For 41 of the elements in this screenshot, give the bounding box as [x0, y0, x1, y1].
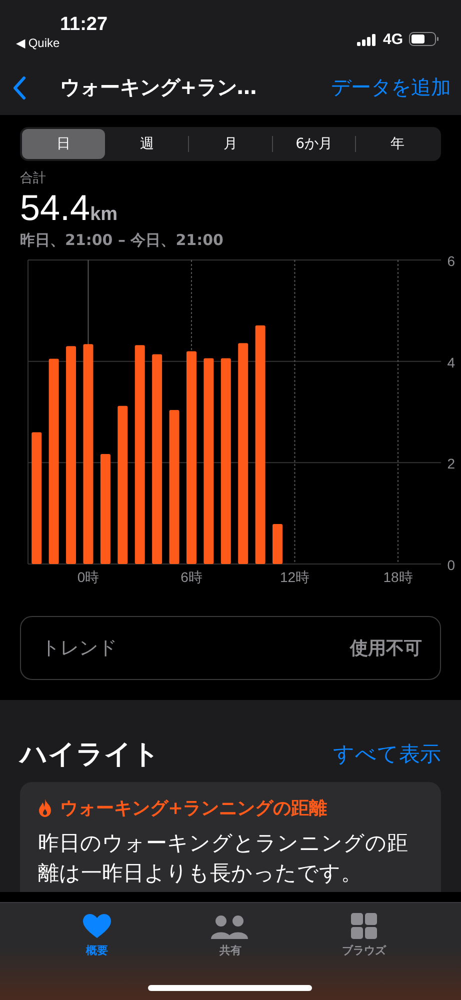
date-range: 昨日、21:00 – 今日、21:00 [20, 231, 224, 250]
battery-icon [409, 32, 439, 46]
people-icon [211, 915, 250, 939]
card-title: ウォーキング+ランニングの距離 [60, 797, 328, 820]
back-icon[interactable] [12, 76, 26, 100]
bar [272, 524, 283, 564]
axis-label: 0時 [77, 569, 100, 585]
unit-label: km [90, 204, 118, 225]
segment-tab[interactable]: 週 [106, 129, 188, 159]
axis-label: 2 [447, 456, 455, 472]
tab-bar-item[interactable]: 共有 [190, 911, 270, 967]
segment-tab[interactable]: 年 [356, 129, 439, 159]
axis-label: 18時 [383, 569, 413, 585]
axis-label: 0 [447, 557, 455, 573]
highlight-card[interactable]: ウォーキング+ランニングの距離 昨日のウォーキングとランニングの距離は一昨日よりも長かったです。 [20, 782, 441, 892]
trend-row[interactable]: トレンド 使用不可 [20, 616, 441, 680]
grid-icon [351, 913, 378, 939]
section-title: ハイライト [20, 738, 160, 772]
segment-tab[interactable]: 日 [22, 129, 105, 159]
page-title: ウォーキング+ラン… [60, 74, 258, 101]
axis-label: 6時 [180, 569, 202, 585]
axis-label: 12時 [280, 569, 310, 585]
card-text: 昨日のウォーキングとランニングの距離は一昨日よりも長かったです。 [38, 830, 409, 887]
tab-bar-item[interactable]: 概要 [56, 911, 137, 967]
show-all-link[interactable]: すべて表示 [333, 740, 441, 768]
tab-bar-item[interactable]: ブラウズ [324, 911, 404, 967]
clock-time: 11:27 [60, 14, 108, 36]
trend-value: 使用不可 [350, 637, 422, 660]
total-value: 54.4 [20, 187, 90, 228]
segment-tab[interactable]: 月 [189, 129, 272, 159]
trend-label: トレンド [41, 636, 117, 661]
axis-label: 6 [447, 253, 455, 269]
segment-tab[interactable]: 6か月 [272, 129, 356, 159]
signal-icon [356, 32, 377, 46]
network-type: 4G [382, 30, 403, 48]
axis-label: 4 [447, 354, 455, 370]
flame-icon [38, 799, 52, 817]
add-data-link[interactable]: データを追加 [331, 74, 451, 101]
total-label: 合計 [20, 170, 47, 187]
heart-icon [82, 914, 111, 939]
back-to-app-link[interactable]: ◀ Quike [16, 36, 60, 50]
